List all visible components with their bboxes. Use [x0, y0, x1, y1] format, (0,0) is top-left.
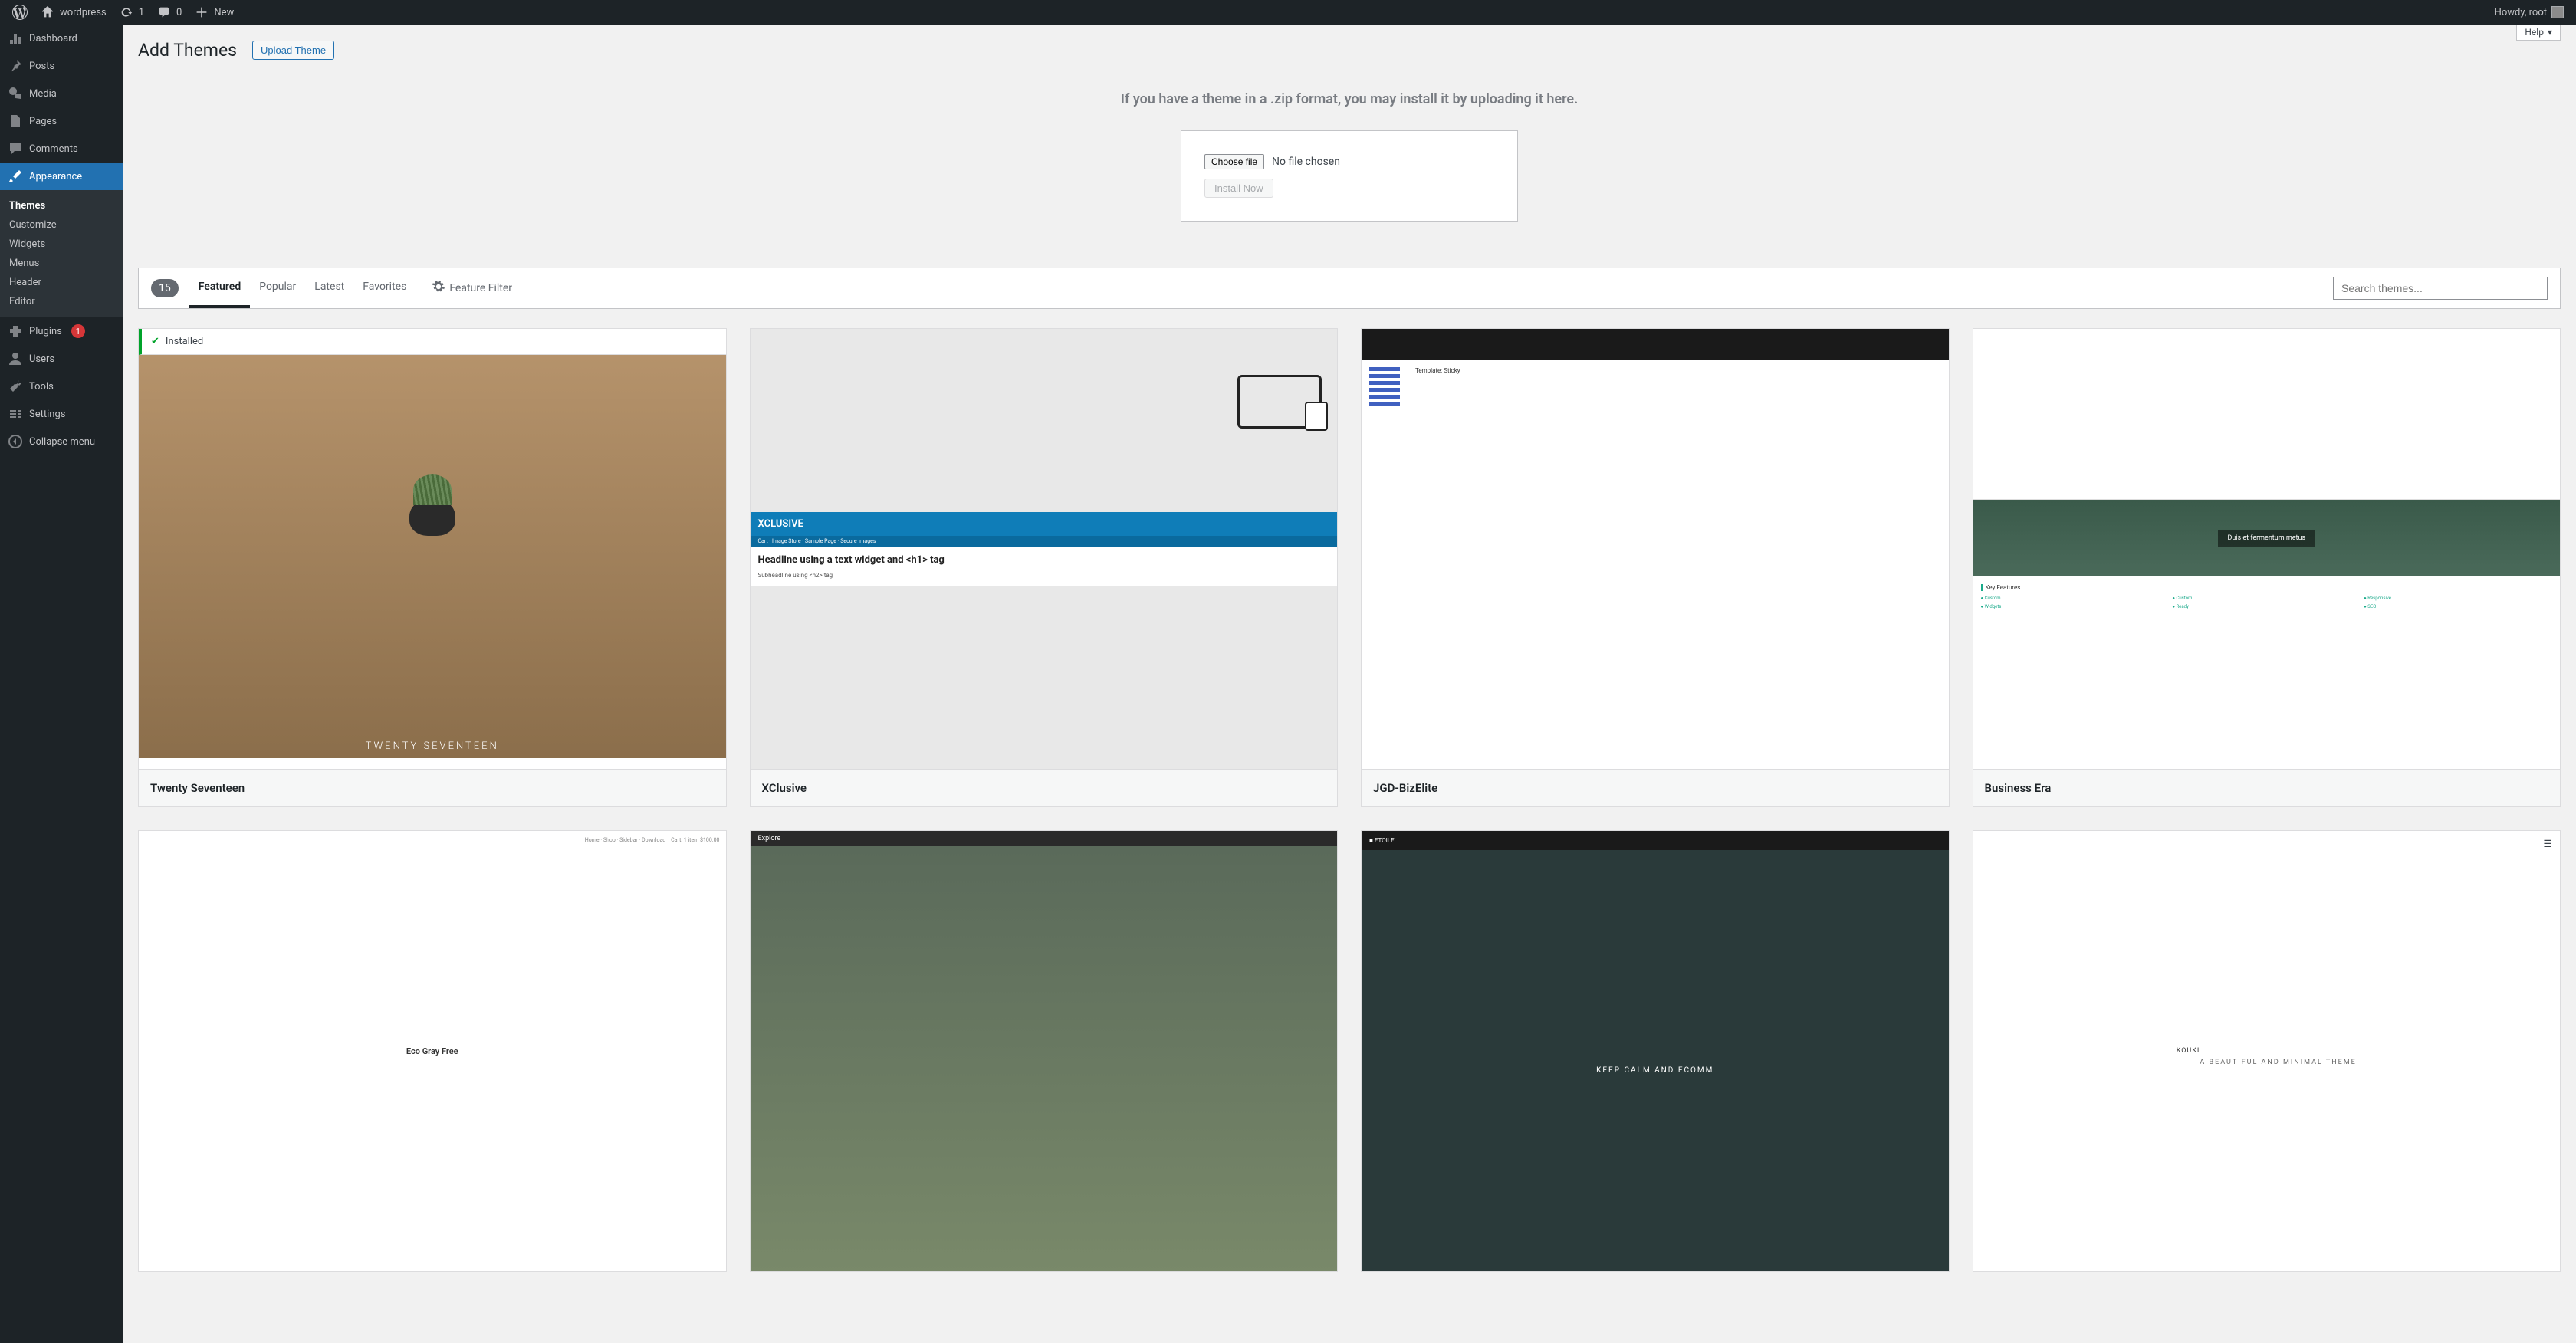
theme-card[interactable]: Eco Gray Free Home · Shop · Sidebar · Do…	[138, 830, 727, 1272]
submenu-header[interactable]: Header	[0, 273, 123, 292]
collapse-icon	[8, 434, 23, 449]
page-icon	[8, 113, 23, 129]
theme-thumbnail: ■ ETOILE KEEP CALM AND ECOMM	[1362, 831, 1949, 1271]
admin-sidebar: Dashboard Posts Media Pages Comments App…	[0, 25, 123, 1343]
submenu-themes[interactable]: Themes	[0, 196, 123, 215]
avatar	[2551, 6, 2564, 18]
menu-tools[interactable]: Tools	[0, 373, 123, 400]
menu-appearance[interactable]: Appearance	[0, 163, 123, 190]
theme-card[interactable]: XCLUSIVE Cart · Image Store · Sample Pag…	[750, 328, 1339, 807]
refresh-icon	[119, 5, 134, 20]
site-link[interactable]: wordpress	[34, 0, 113, 25]
menu-pages[interactable]: Pages	[0, 107, 123, 135]
submenu-widgets[interactable]: Widgets	[0, 235, 123, 254]
install-now-button[interactable]: Install Now	[1204, 179, 1273, 198]
plus-icon	[194, 5, 209, 20]
comments-count: 0	[176, 7, 182, 18]
theme-count: 15	[151, 279, 179, 297]
page-title: Add Themes	[138, 40, 237, 61]
theme-card[interactable]: Duis et fermentum metus Key Features ● C…	[1973, 328, 2561, 807]
wp-logo[interactable]	[6, 0, 34, 25]
brush-icon	[8, 169, 23, 184]
upload-instructions: If you have a theme in a .zip format, yo…	[138, 91, 2561, 107]
wrench-icon	[8, 379, 23, 394]
theme-thumbnail: TWENTY SEVENTEEN	[139, 329, 726, 769]
plugins-badge: 1	[71, 324, 85, 338]
tab-popular[interactable]: Popular	[250, 268, 305, 308]
menu-comments[interactable]: Comments	[0, 135, 123, 163]
submenu-customize[interactable]: Customize	[0, 215, 123, 235]
file-status: No file chosen	[1272, 156, 1340, 168]
feature-filter-button[interactable]: Feature Filter	[423, 268, 521, 308]
appearance-submenu: Themes Customize Widgets Menus Header Ed…	[0, 190, 123, 317]
theme-card[interactable]: Explore	[750, 830, 1339, 1272]
theme-thumbnail: Template: Sticky	[1362, 329, 1949, 769]
account-menu[interactable]: Howdy, root	[2489, 0, 2570, 25]
menu-dashboard[interactable]: Dashboard	[0, 25, 123, 52]
help-tab[interactable]: Help ▾	[2516, 25, 2561, 41]
menu-posts[interactable]: Posts	[0, 52, 123, 80]
theme-card[interactable]: Template: Sticky JGD-BizElite	[1361, 328, 1950, 807]
tab-favorites[interactable]: Favorites	[353, 268, 416, 308]
tab-featured[interactable]: Featured	[189, 268, 250, 308]
wordpress-logo-icon	[12, 5, 28, 20]
tab-latest[interactable]: Latest	[305, 268, 353, 308]
theme-thumbnail: Explore	[751, 831, 1338, 1271]
installed-banner: ✔ Installed	[139, 329, 726, 355]
upload-form: Choose file No file chosen Install Now	[1181, 130, 1518, 222]
submenu-menus[interactable]: Menus	[0, 254, 123, 273]
site-name: wordpress	[60, 7, 107, 18]
chevron-down-icon: ▾	[2548, 27, 2552, 38]
theme-card[interactable]: ■ ETOILE KEEP CALM AND ECOMM	[1361, 830, 1950, 1272]
theme-filter-bar: 15 Featured Popular Latest Favorites Fea…	[138, 268, 2561, 309]
pin-icon	[8, 58, 23, 74]
submenu-editor[interactable]: Editor	[0, 292, 123, 311]
home-icon	[40, 5, 55, 20]
theme-name: XClusive	[751, 769, 1338, 806]
dashboard-icon	[8, 31, 23, 46]
theme-thumbnail: XCLUSIVE Cart · Image Store · Sample Pag…	[751, 329, 1338, 769]
admin-toolbar: wordpress 1 0 New Howdy, root	[0, 0, 2576, 25]
howdy-text: Howdy, root	[2495, 7, 2547, 18]
media-icon	[8, 86, 23, 101]
theme-card[interactable]: KOUKI ☰ A BEAUTIFUL AND MINIMAL THEME	[1973, 830, 2561, 1272]
plugin-icon	[8, 323, 23, 339]
new-label: New	[214, 7, 234, 18]
collapse-menu[interactable]: Collapse menu	[0, 428, 123, 455]
updates-count: 1	[139, 7, 144, 18]
comment-icon	[156, 5, 172, 20]
comments-link[interactable]: 0	[150, 0, 188, 25]
theme-thumbnail: KOUKI ☰ A BEAUTIFUL AND MINIMAL THEME	[1973, 831, 2561, 1271]
user-icon	[8, 351, 23, 366]
menu-users[interactable]: Users	[0, 345, 123, 373]
choose-file-button[interactable]: Choose file	[1204, 154, 1264, 169]
theme-name: Twenty Seventeen	[139, 769, 726, 806]
settings-icon	[8, 406, 23, 422]
theme-card[interactable]: ✔ Installed TWENTY SEVENTEEN Twenty Seve…	[138, 328, 727, 807]
theme-name: Business Era	[1973, 769, 2561, 806]
search-themes-input[interactable]	[2333, 277, 2548, 300]
menu-settings[interactable]: Settings	[0, 400, 123, 428]
new-content-link[interactable]: New	[188, 0, 240, 25]
upload-theme-button[interactable]: Upload Theme	[252, 41, 334, 60]
main-content: Help ▾ Add Themes Upload Theme If you ha…	[123, 25, 2576, 1343]
check-icon: ✔	[151, 336, 159, 347]
theme-thumbnail: Duis et fermentum metus Key Features ● C…	[1973, 329, 2561, 769]
updates-link[interactable]: 1	[113, 0, 150, 25]
theme-thumbnail: Eco Gray Free Home · Shop · Sidebar · Do…	[139, 831, 726, 1271]
comment-icon	[8, 141, 23, 156]
menu-plugins[interactable]: Plugins 1	[0, 317, 123, 345]
theme-name: JGD-BizElite	[1362, 769, 1949, 806]
gear-icon	[432, 281, 445, 296]
theme-grid: ✔ Installed TWENTY SEVENTEEN Twenty Seve…	[138, 328, 2561, 1272]
menu-media[interactable]: Media	[0, 80, 123, 107]
